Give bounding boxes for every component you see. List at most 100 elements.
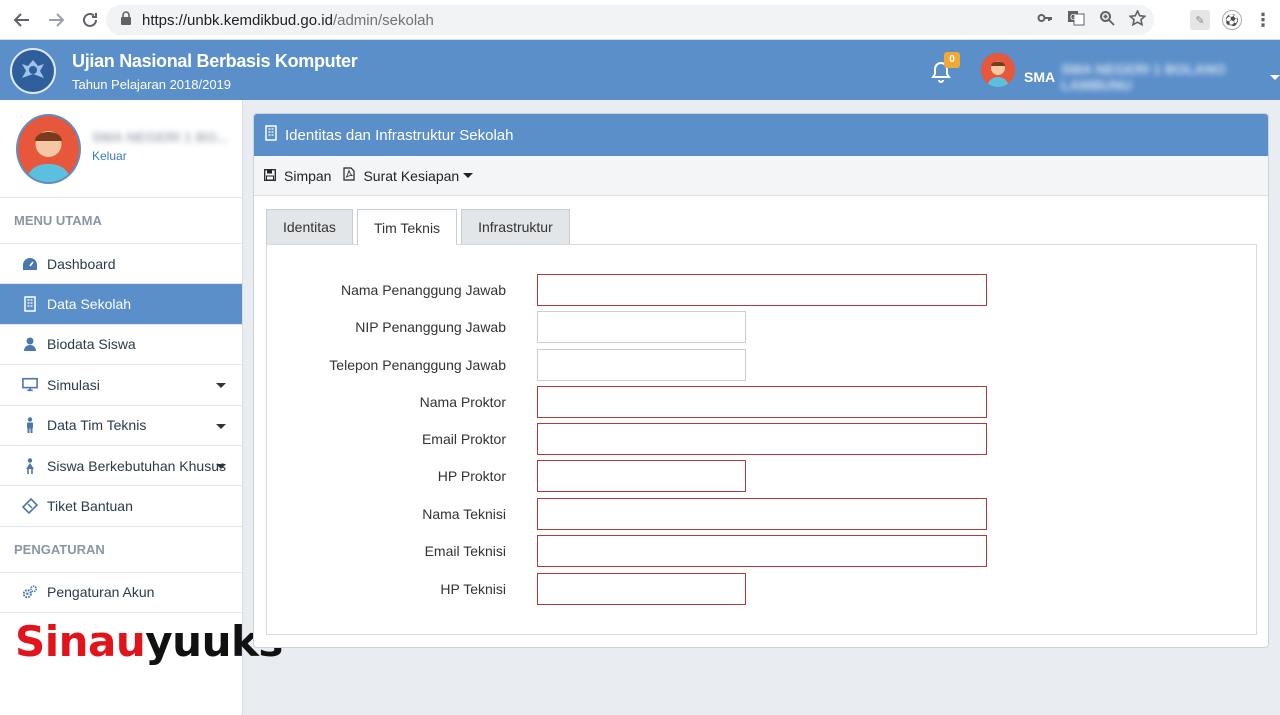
chevron-down-icon	[463, 173, 474, 178]
menu-section-title: MENU UTAMA	[0, 198, 242, 244]
form-row: Telepon Penanggung Jawab	[267, 349, 1258, 381]
user-menu[interactable]: SMA SMA NEGERI 1 BOLANO LAMBUNU	[1024, 61, 1280, 93]
readiness-letter-label: Surat Kesiapan	[363, 167, 460, 184]
app-header: Ujian Nasional Berbasis Komputer Tahun P…	[0, 40, 1280, 100]
profile-name: SMA NEGERI 1 BO...	[92, 129, 229, 145]
notification-badge: 0	[944, 52, 960, 68]
chevron-down-icon	[216, 383, 226, 389]
url-path: /admin/sekolah	[332, 11, 434, 29]
sidebar-item-label: Simulasi	[47, 376, 100, 393]
field-label: Nama Proktor	[419, 394, 506, 410]
sidebar-item-data-sekolah[interactable]: Data Sekolah	[0, 284, 242, 325]
form-row: HP Teknisi	[267, 573, 1258, 605]
tab-identitas[interactable]: Identitas	[266, 209, 353, 244]
address-bar[interactable]: https://unbk.kemdikbud.go.id/admin/sekol…	[106, 5, 1154, 35]
field-label: Nama Penanggung Jawab	[340, 282, 506, 298]
watermark: Sinauyuuks	[15, 617, 283, 666]
settings-section-title: PENGATURAN	[0, 527, 242, 573]
menu-dots-icon[interactable]: ⋮	[1254, 10, 1272, 31]
floppy-icon	[264, 168, 276, 184]
url-host: https://unbk.kemdikbud.go.id	[142, 11, 333, 29]
sidebar-item-data-tim-teknis[interactable]: Data Tim Teknis	[0, 406, 242, 446]
nama-teknisi-input[interactable]	[537, 498, 987, 530]
logout-link[interactable]: Keluar	[92, 149, 127, 163]
reload-icon[interactable]	[74, 4, 106, 36]
bookmark-star-icon[interactable]	[1128, 9, 1147, 30]
school-identity-panel: Identitas dan Infrastruktur Sekolah Simp…	[253, 113, 1269, 648]
app-title: Ujian Nasional Berbasis Komputer	[72, 51, 358, 71]
sidebar-item-pengaturan-akun[interactable]: Pengaturan Akun	[0, 573, 242, 613]
svg-text:G: G	[1070, 13, 1076, 22]
sidebar-item-biodata-siswa[interactable]: Biodata Siswa	[0, 325, 242, 366]
email-proktor-input[interactable]	[537, 423, 987, 455]
gears-icon	[22, 584, 38, 600]
panel-toolbar: Simpan Surat Kesiapan	[254, 156, 1268, 196]
browser-toolbar: https://unbk.kemdikbud.go.id/admin/sekol…	[0, 0, 1280, 40]
telepon-penanggung-jawab-input[interactable]	[537, 349, 746, 381]
sidebar-profile: SMA NEGERI 1 BO... Keluar	[0, 100, 242, 198]
back-icon[interactable]	[6, 4, 38, 36]
tab-bar: Identitas Tim Teknis Infrastruktur	[266, 209, 1257, 245]
form-row: Email Proktor	[267, 423, 1258, 455]
key-icon[interactable]	[1037, 10, 1053, 30]
hp-proktor-input[interactable]	[537, 460, 746, 492]
form-row: Nama Teknisi	[267, 498, 1258, 530]
sidebar-item-tiket-bantuan[interactable]: Tiket Bantuan	[0, 486, 242, 527]
field-label: Nama Teknisi	[422, 506, 506, 522]
chevron-down-icon	[216, 463, 226, 469]
monitor-icon	[22, 377, 38, 393]
child-icon	[22, 457, 38, 474]
sidebar-item-label: Data Tim Teknis	[47, 417, 147, 434]
form-row: HP Proktor	[267, 460, 1258, 492]
football-extension-icon[interactable]: ⚽	[1222, 10, 1242, 30]
tim-teknis-form: Nama Penanggung Jawab NIP Penanggung Jaw…	[266, 245, 1257, 635]
email-teknisi-input[interactable]	[537, 535, 987, 567]
save-button[interactable]: Simpan	[264, 168, 331, 184]
sidebar-item-label: Biodata Siswa	[47, 336, 136, 353]
field-label: HP Teknisi	[440, 581, 506, 597]
avatar[interactable]	[981, 53, 1015, 87]
hp-teknisi-input[interactable]	[537, 573, 746, 605]
chevron-down-icon	[1270, 74, 1280, 80]
person-icon	[22, 417, 38, 434]
dashboard-icon	[22, 256, 38, 272]
sidebar-item-label: Siswa Berkebutuhan Khusus	[47, 457, 226, 474]
panel-title: Identitas dan Infrastruktur Sekolah	[285, 126, 514, 144]
sidebar-item-siswa-berkebutuhan-khusus[interactable]: Siswa Berkebutuhan Khusus	[0, 446, 242, 487]
sidebar-item-label: Pengaturan Akun	[47, 584, 155, 601]
profile-avatar	[16, 114, 81, 184]
building-icon	[265, 125, 277, 145]
tab-infrastruktur[interactable]: Infrastruktur	[461, 209, 570, 244]
field-label: Email Teknisi	[424, 543, 506, 559]
zoom-icon[interactable]	[1099, 10, 1115, 30]
form-row: Email Teknisi	[267, 535, 1258, 567]
watermark-part1: Sinau	[15, 617, 146, 666]
sidebar-item-label: Dashboard	[47, 255, 116, 272]
form-row: Nama Proktor	[267, 386, 1258, 418]
sidebar-item-label: Data Sekolah	[47, 296, 132, 313]
pdf-extension-icon[interactable]: ✎	[1190, 10, 1210, 30]
translate-icon[interactable]: G	[1067, 10, 1085, 30]
field-label: NIP Penanggung Jawab	[355, 319, 506, 335]
tab-label: Identitas	[283, 219, 336, 235]
sidebar-item-simulasi[interactable]: Simulasi	[0, 365, 242, 406]
form-row: Nama Penanggung Jawab	[267, 274, 1258, 306]
save-label: Simpan	[284, 167, 332, 184]
sidebar-item-dashboard[interactable]: Dashboard	[0, 244, 242, 285]
nama-proktor-input[interactable]	[537, 386, 987, 418]
readiness-letter-button[interactable]: Surat Kesiapan	[343, 167, 474, 184]
form-row: NIP Penanggung Jawab	[267, 311, 1258, 343]
forward-icon[interactable]	[40, 4, 72, 36]
tab-tim-teknis[interactable]: Tim Teknis	[356, 209, 458, 245]
tab-label: Infrastruktur	[478, 219, 553, 235]
ticket-icon	[22, 498, 38, 515]
user-icon	[22, 336, 38, 352]
sidebar-item-label: Tiket Bantuan	[47, 498, 133, 515]
nama-penanggung-jawab-input[interactable]	[537, 274, 987, 306]
user-name: SMA NEGERI 1 BOLANO LAMBUNU	[1061, 61, 1226, 93]
lock-icon	[120, 11, 132, 29]
tab-label: Tim Teknis	[373, 219, 441, 236]
field-label: Telepon Penanggung Jawab	[329, 357, 506, 373]
nip-penanggung-jawab-input[interactable]	[537, 311, 746, 343]
field-label: Email Proktor	[421, 431, 506, 447]
